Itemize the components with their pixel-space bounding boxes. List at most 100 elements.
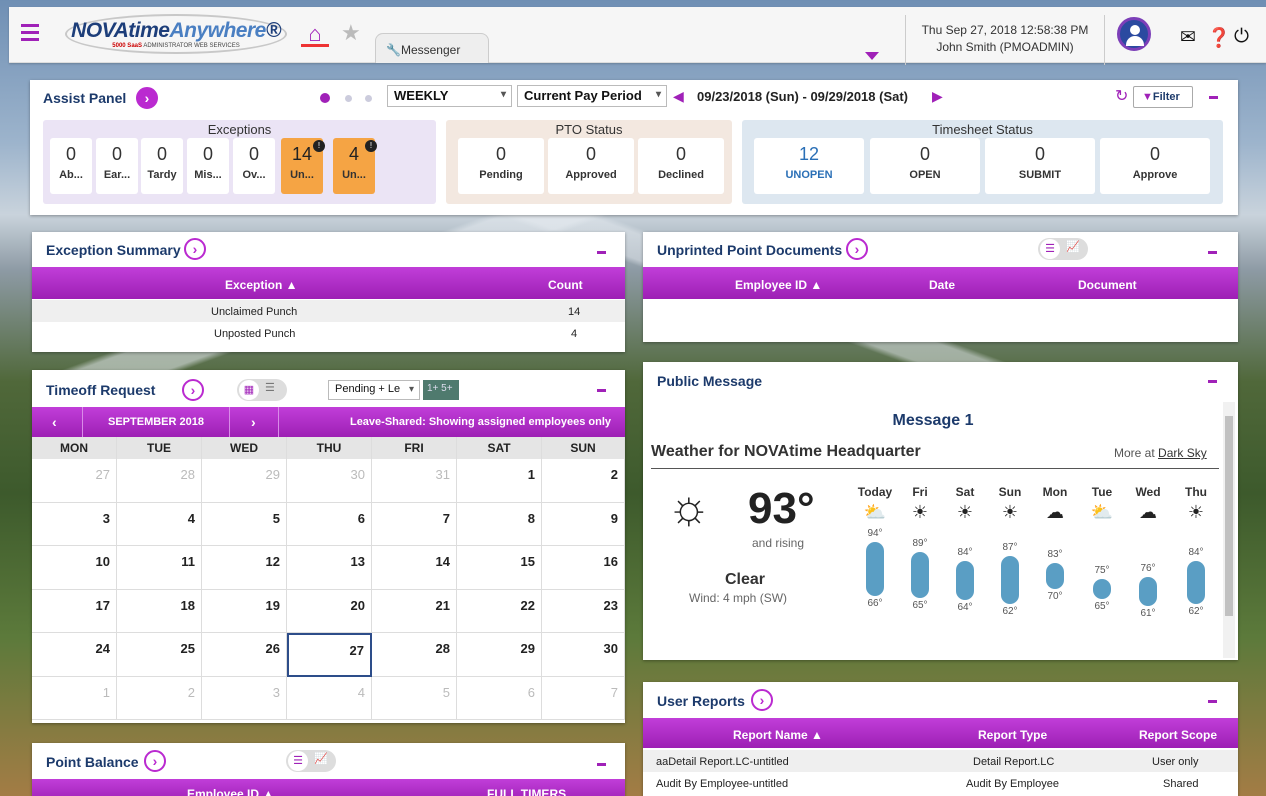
calendar-day[interactable]: 7 bbox=[372, 502, 457, 546]
calendar-day[interactable]: 5 bbox=[372, 676, 457, 720]
pto-tile[interactable]: 0 Declined bbox=[638, 138, 724, 194]
period-select[interactable]: Current Pay Period bbox=[517, 85, 667, 107]
power-icon[interactable]: ⏻ bbox=[1234, 26, 1249, 48]
calendar-day[interactable]: 7 bbox=[542, 676, 625, 720]
col-exception[interactable]: Exception ▲ bbox=[225, 278, 298, 292]
list-icon[interactable]: ☰ bbox=[1040, 239, 1060, 259]
table-row[interactable]: Audit By Employee-untitled Audit By Emplo… bbox=[643, 772, 1238, 794]
timesheet-tile[interactable]: 0 Approve bbox=[1100, 138, 1210, 194]
assist-arrow-icon[interactable]: › bbox=[136, 87, 158, 109]
prev-period-icon[interactable]: ◀ bbox=[673, 88, 684, 105]
timeoff-arrow-icon[interactable]: › bbox=[182, 379, 204, 401]
calendar-day[interactable]: 6 bbox=[287, 502, 372, 546]
exceptions-tile[interactable]: 0 Ov... bbox=[233, 138, 275, 194]
calendar-day[interactable]: 22 bbox=[457, 589, 542, 633]
page-dot[interactable] bbox=[365, 95, 372, 102]
col-employee-id[interactable]: Employee ID ▲ bbox=[187, 787, 274, 796]
calendar-day[interactable]: 21 bbox=[372, 589, 457, 633]
mail-icon[interactable]: ✉ bbox=[1180, 26, 1196, 49]
calendar-day[interactable]: 11 bbox=[117, 546, 202, 590]
calendar-day[interactable]: 26 bbox=[202, 633, 287, 677]
calendar-day[interactable]: 6 bbox=[457, 676, 542, 720]
list-icon[interactable]: ☰ bbox=[265, 381, 275, 394]
filter-button[interactable]: ▼Filter bbox=[1133, 86, 1193, 108]
timesheet-tile[interactable]: 0 SUBMIT bbox=[985, 138, 1095, 194]
col-date[interactable]: Date bbox=[929, 278, 955, 292]
refresh-icon[interactable]: ↻ bbox=[1115, 86, 1128, 106]
exceptions-tile[interactable]: 4 Un...! bbox=[333, 138, 377, 194]
calendar-day[interactable]: 8 bbox=[457, 502, 542, 546]
calendar-day[interactable]: 2 bbox=[542, 459, 625, 503]
calendar-day[interactable]: 28 bbox=[372, 633, 457, 677]
calendar-day[interactable]: 18 bbox=[117, 589, 202, 633]
calendar-day[interactable]: 14 bbox=[372, 546, 457, 590]
avatar[interactable] bbox=[1117, 17, 1151, 51]
calendar-day[interactable]: 27 bbox=[32, 459, 117, 503]
user-reports-arrow-icon[interactable]: › bbox=[751, 689, 773, 711]
exceptions-tile[interactable]: 0 Ab... bbox=[50, 138, 92, 194]
calendar-day[interactable]: 30 bbox=[287, 459, 372, 503]
page-dot-active[interactable] bbox=[320, 93, 330, 103]
tab-messenger[interactable]: 🔧Messenger bbox=[375, 33, 489, 63]
col-report-type[interactable]: Report Type bbox=[978, 728, 1047, 742]
exceptions-tile[interactable]: 0 Ear... bbox=[96, 138, 138, 194]
calendar-day[interactable]: 1 bbox=[457, 459, 542, 503]
home-icon[interactable]: ⌂ bbox=[301, 21, 329, 47]
minimize-icon[interactable] bbox=[1208, 700, 1217, 703]
col-report-scope[interactable]: Report Scope bbox=[1139, 728, 1217, 742]
calendar-day[interactable]: 5 bbox=[202, 502, 287, 546]
col-count[interactable]: Count bbox=[548, 278, 583, 292]
col-document[interactable]: Document bbox=[1078, 278, 1137, 292]
dark-sky-link[interactable]: Dark Sky bbox=[1158, 446, 1207, 460]
calendar-day[interactable]: 23 bbox=[542, 589, 625, 633]
badge-toggle[interactable]: 1+ 5+ bbox=[423, 380, 459, 400]
calendar-day-today[interactable]: 27 bbox=[287, 633, 372, 677]
page-dot[interactable] bbox=[345, 95, 352, 102]
pto-tile[interactable]: 0 Pending bbox=[458, 138, 544, 194]
calendar-day[interactable]: 15 bbox=[457, 546, 542, 590]
calendar-day[interactable]: 24 bbox=[32, 633, 117, 677]
col-employee-id[interactable]: Employee ID ▲ bbox=[735, 278, 822, 292]
list-chart-toggle[interactable]: ☰ 📈 bbox=[1038, 238, 1088, 260]
calendar-day[interactable]: 12 bbox=[202, 546, 287, 590]
minimize-icon[interactable] bbox=[597, 251, 606, 254]
period-type-select[interactable]: WEEKLY bbox=[387, 85, 512, 107]
chart-icon[interactable]: 📈 bbox=[1066, 240, 1080, 253]
calendar-day[interactable]: 17 bbox=[32, 589, 117, 633]
next-period-icon[interactable]: ▶ bbox=[932, 88, 943, 105]
point-balance-arrow-icon[interactable]: › bbox=[144, 750, 166, 772]
calendar-day[interactable]: 20 bbox=[287, 589, 372, 633]
calendar-day[interactable]: 4 bbox=[287, 676, 372, 720]
table-row[interactable]: Unclaimed Punch 14 bbox=[32, 300, 625, 322]
col-full-timers[interactable]: FULL TIMERS bbox=[487, 787, 566, 796]
minimize-icon[interactable] bbox=[597, 389, 606, 392]
calendar-day[interactable]: 31 bbox=[372, 459, 457, 503]
help-icon[interactable]: ❓ bbox=[1207, 26, 1231, 50]
calendar-day[interactable]: 29 bbox=[457, 633, 542, 677]
table-row[interactable]: Unposted Punch 4 bbox=[32, 322, 625, 344]
calendar-day[interactable]: 4 bbox=[117, 502, 202, 546]
minimize-icon[interactable] bbox=[1208, 251, 1217, 254]
star-icon[interactable]: ★ bbox=[341, 20, 361, 46]
collapse-caret-icon[interactable] bbox=[865, 52, 879, 60]
calendar-day[interactable]: 1 bbox=[32, 676, 117, 720]
minimize-icon[interactable] bbox=[597, 763, 606, 766]
exceptions-tile[interactable]: 0 Mis... bbox=[187, 138, 229, 194]
calendar-day[interactable]: 19 bbox=[202, 589, 287, 633]
next-month-icon[interactable]: › bbox=[251, 414, 256, 430]
calendar-day[interactable]: 2 bbox=[117, 676, 202, 720]
calendar-day[interactable]: 25 bbox=[117, 633, 202, 677]
pto-tile[interactable]: 0 Approved bbox=[548, 138, 634, 194]
timesheet-tile[interactable]: 12 UNOPEN bbox=[754, 138, 864, 194]
unprinted-arrow-icon[interactable]: › bbox=[846, 238, 868, 260]
scrollbar[interactable] bbox=[1223, 402, 1235, 658]
calendar-day[interactable]: 29 bbox=[202, 459, 287, 503]
chart-icon[interactable]: 📈 bbox=[314, 752, 328, 765]
list-icon[interactable]: ☰ bbox=[288, 751, 308, 771]
exceptions-tile[interactable]: 14 Un...! bbox=[281, 138, 325, 194]
calendar-day[interactable]: 3 bbox=[32, 502, 117, 546]
prev-month-icon[interactable]: ‹ bbox=[52, 414, 57, 430]
timeoff-filter-select[interactable]: Pending + Le bbox=[328, 380, 420, 400]
exceptions-tile[interactable]: 0 Tardy bbox=[141, 138, 183, 194]
calendar-day[interactable]: 28 bbox=[117, 459, 202, 503]
